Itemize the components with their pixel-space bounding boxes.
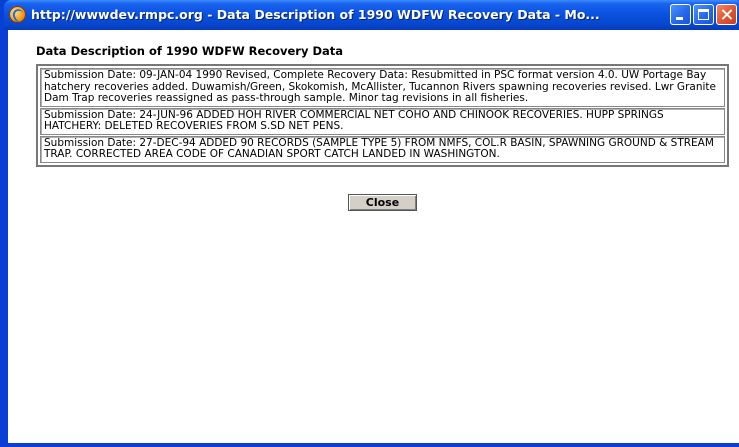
close-button[interactable]: Close (348, 194, 417, 211)
page-content: Data Description of 1990 WDFW Recovery D… (8, 30, 739, 443)
popup-window: http://wwwdev.rmpc.org - Data Descriptio… (0, 0, 739, 447)
window-title: http://wwwdev.rmpc.org - Data Descriptio… (31, 7, 600, 22)
close-icon[interactable] (716, 4, 737, 25)
browser-app-icon[interactable] (9, 6, 26, 23)
page-title: Data Description of 1990 WDFW Recovery D… (36, 44, 344, 58)
description-table: Submission Date: 09-JAN-04 1990 Revised,… (36, 64, 729, 167)
title-bar[interactable]: http://wwwdev.rmpc.org - Data Descriptio… (4, 0, 739, 30)
description-entry-2: Submission Date: 24-JUN-96 ADDED HOH RIV… (40, 107, 725, 135)
description-entry-3: Submission Date: 27-DEC-94 ADDED 90 RECO… (40, 135, 725, 163)
minimize-icon[interactable] (670, 4, 691, 25)
maximize-icon[interactable] (693, 4, 714, 25)
description-entry-1: Submission Date: 09-JAN-04 1990 Revised,… (40, 68, 725, 107)
